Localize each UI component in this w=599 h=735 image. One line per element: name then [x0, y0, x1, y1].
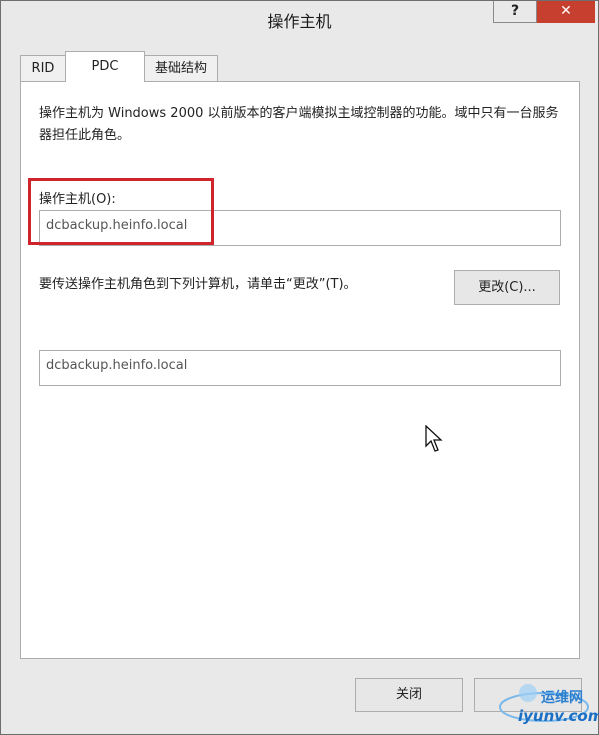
mouse-pointer-icon: [425, 425, 443, 452]
highlight-box: [28, 178, 214, 245]
tab-pdc[interactable]: PDC: [65, 51, 145, 82]
tab-rid[interactable]: RID: [20, 55, 66, 81]
operations-master-dialog: 操作主机 ? ✕ RID PDC 基础结构 操作主机为 Windows 2000…: [0, 0, 599, 735]
watermark-text-cn: 运维网: [541, 690, 583, 706]
transfer-instruction: 要传送操作主机角色到下列计算机，请单击“更改”(T)。: [39, 277, 357, 292]
help-button[interactable]: ?: [493, 1, 537, 23]
title-bar[interactable]: 操作主机 ? ✕: [1, 1, 598, 39]
watermark-text-url: iyunv.com: [518, 707, 599, 725]
pdc-description: 操作主机为 Windows 2000 以前版本的客户端模拟主域控制器的功能。域中…: [39, 106, 559, 143]
tab-infrastructure[interactable]: 基础结构: [144, 55, 218, 81]
target-computer-field[interactable]: dcbackup.heinfo.local: [39, 350, 561, 386]
change-button[interactable]: 更改(C)...: [454, 270, 560, 305]
close-window-button[interactable]: ✕: [537, 1, 595, 23]
close-button[interactable]: 关闭: [355, 678, 463, 712]
